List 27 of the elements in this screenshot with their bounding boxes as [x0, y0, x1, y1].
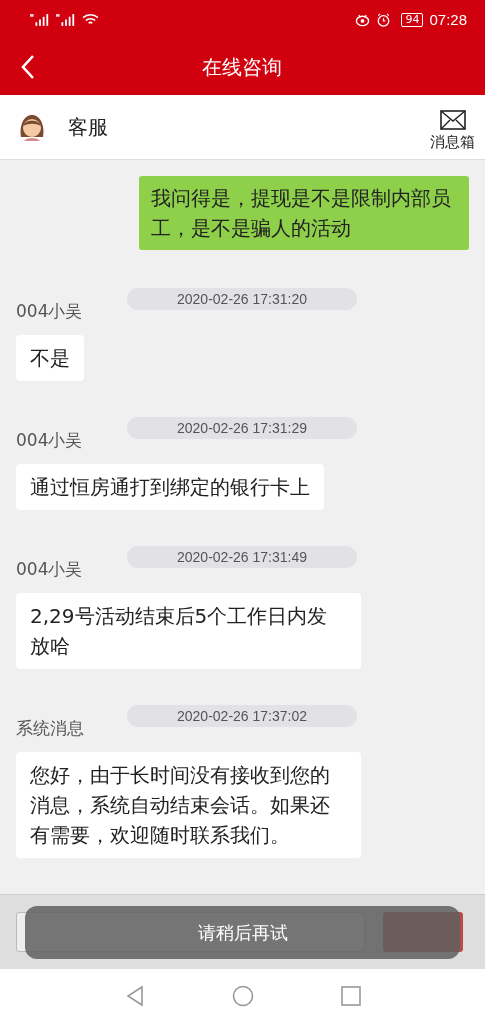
battery-level: 94 — [401, 12, 424, 27]
sender-name: 004小吴 — [16, 429, 84, 453]
recent-apps-icon[interactable] — [339, 985, 362, 1008]
contact-name: 客服 — [68, 113, 109, 141]
mail-icon — [439, 110, 466, 131]
timestamp: 2020-02-26 17:31:49 — [127, 546, 357, 569]
mailbox-button[interactable]: 消息箱 — [430, 110, 475, 153]
alarm-icon — [376, 12, 392, 27]
sender-name: 系统消息 — [16, 717, 85, 741]
timestamp: 2020-02-26 17:37:02 — [127, 705, 357, 728]
message-bubble: 我问得是，提现是不是限制内部员工，是不是骗人的活动 — [139, 176, 469, 251]
signal-icon — [56, 13, 76, 27]
clock-time: 07:28 — [429, 11, 467, 29]
message-bubble: 您好，由于长时间没有接收到您的消息，系统自动结束会话。如果还有需要，欢迎随时联系我们。 — [16, 752, 361, 859]
retry-toast: 请稍后再试 — [25, 906, 460, 960]
eye-icon — [355, 12, 371, 27]
home-icon[interactable] — [231, 985, 254, 1008]
message-bubble: 不是 — [16, 335, 84, 382]
message-bubble: 通过恒房通打到绑定的银行卡上 — [16, 464, 324, 511]
timestamp: 2020-02-26 17:31:29 — [127, 417, 357, 440]
signal-icon — [30, 13, 50, 27]
sender-name: 004小吴 — [16, 300, 84, 324]
wifi-icon — [82, 13, 99, 27]
page-title: 在线咨询 — [201, 53, 283, 81]
message-bubble: 2,29号活动结束后5个工作日内发放哈 — [16, 593, 361, 670]
sender-name: 004小吴 — [16, 558, 84, 582]
timestamp: 2020-02-26 17:31:20 — [127, 288, 357, 311]
